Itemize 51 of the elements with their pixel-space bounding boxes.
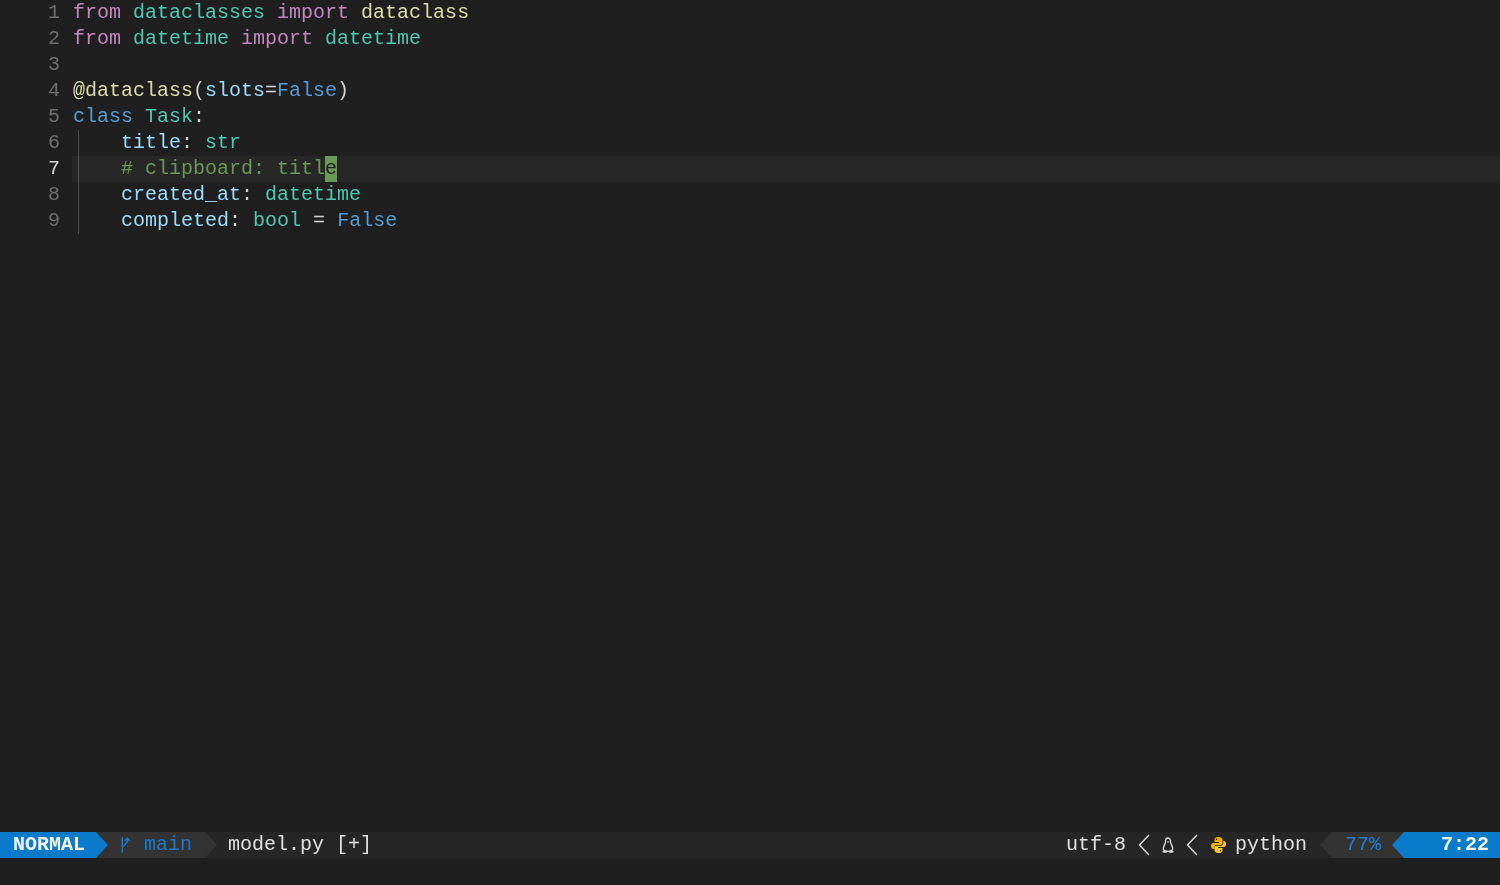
code-token: dataclass [361, 1, 470, 24]
mode-indicator: NORMAL [0, 832, 108, 858]
line-number: 1 [48, 0, 60, 26]
chevron-left-icon [1137, 834, 1150, 856]
code-token: import [277, 1, 350, 24]
modified-marker: [+] [336, 832, 373, 858]
code-token: # clipboard: titl [121, 157, 326, 180]
code-token: : [229, 209, 242, 232]
code-token: slots [205, 79, 266, 102]
code-token: created_at [121, 183, 242, 206]
line-number: 5 [48, 104, 60, 130]
cursor-position: 7:22 [1392, 832, 1500, 858]
file-type: python [1234, 832, 1307, 858]
code-token: ) [337, 79, 350, 102]
code-token: ( [193, 79, 206, 102]
code-token: bool [253, 209, 302, 232]
text-cursor: e [325, 156, 338, 182]
code-token: : [241, 183, 254, 206]
penguin-icon [1161, 837, 1174, 853]
code-token: : [181, 131, 194, 154]
chevron-left-icon [1185, 834, 1198, 856]
line-number: 9 [48, 208, 60, 234]
code-token: = [265, 79, 278, 102]
code-token: from [73, 27, 121, 50]
branch-icon [120, 836, 130, 854]
branch-name: main [144, 832, 192, 858]
code-token: import [241, 27, 314, 50]
code-token: : [193, 105, 206, 128]
file-name: model.py [228, 832, 325, 858]
code-token: False [277, 79, 338, 102]
code-token: datetime [325, 27, 422, 50]
line-number: 6 [48, 130, 60, 156]
code-token: = [313, 209, 326, 232]
line-number: 8 [48, 182, 60, 208]
code-token: title [121, 131, 181, 154]
code-token: str [205, 131, 242, 154]
file-encoding: utf-8 [1065, 832, 1126, 858]
code-token: Task [145, 105, 194, 128]
code-token: @dataclass [73, 79, 194, 102]
code-token: datetime [133, 27, 230, 50]
code-token: datetime [265, 183, 362, 206]
line-number: 4 [48, 78, 60, 104]
code-token: from [73, 1, 121, 24]
line-number: 3 [48, 52, 60, 78]
code-token: dataclasses [133, 1, 266, 24]
code-token: class [73, 105, 133, 128]
line-number: 2 [48, 26, 60, 52]
code-token: completed [121, 209, 230, 232]
line-number: 7 [48, 156, 60, 182]
code-token: False [337, 209, 398, 232]
snake-logo-icon [1209, 836, 1227, 854]
